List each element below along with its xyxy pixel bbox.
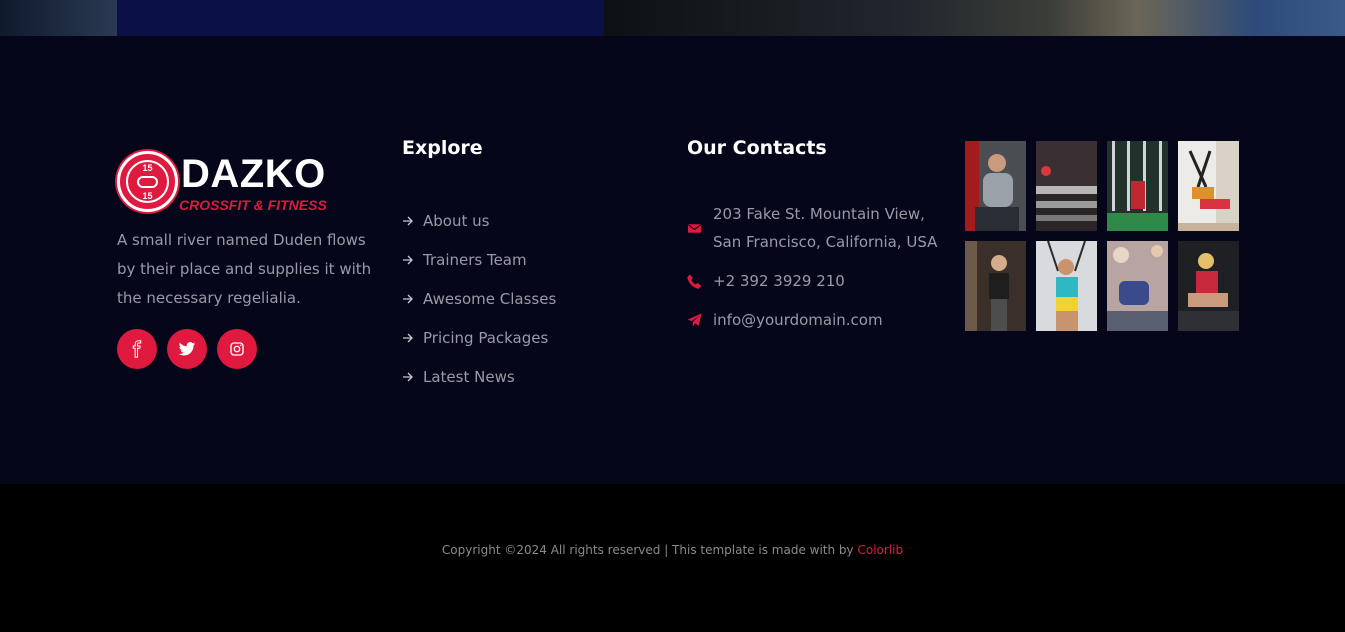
twitter-link[interactable]: [167, 329, 207, 369]
contact-phone[interactable]: +2 392 3929 210: [687, 267, 943, 295]
explore-link-trainers[interactable]: Trainers Team: [402, 240, 556, 279]
arrow-right-icon: [402, 371, 416, 383]
facebook-icon: [132, 340, 142, 358]
gym-photo-icon: [1036, 141, 1097, 231]
twitter-icon: [178, 342, 196, 356]
instagram-link[interactable]: [217, 329, 257, 369]
phone-text: +2 392 3929 210: [713, 272, 845, 290]
about-text: A small river named Duden flows by their…: [117, 231, 372, 307]
copyright-text: Copyright ©2024 All rights reserved | Th…: [441, 543, 854, 557]
explore-link-classes[interactable]: Awesome Classes: [402, 279, 556, 318]
contact-email[interactable]: info@yourdomain.com: [687, 306, 943, 334]
gym-photo-icon: [1107, 241, 1168, 331]
gallery-thumb[interactable]: [1178, 141, 1239, 231]
gym-photo-icon: [1036, 241, 1097, 331]
gym-photo-icon: [965, 141, 1026, 231]
instagram-gallery: [965, 141, 1239, 331]
phone-icon: [687, 267, 713, 295]
paper-plane-icon: [687, 306, 713, 334]
copyright-line: Copyright ©2024 All rights reserved | Th…: [0, 541, 1345, 559]
gym-photo-icon: [965, 241, 1026, 331]
badge-top-number: 15: [142, 163, 153, 173]
gallery-thumb[interactable]: [1107, 241, 1168, 331]
arrow-right-icon: [402, 254, 416, 266]
gym-photo-icon: [1178, 141, 1239, 231]
explore-link-news[interactable]: Latest News: [402, 357, 556, 396]
hero-image-strip: [0, 0, 1345, 36]
explore-link-label: Trainers Team: [423, 250, 527, 269]
gallery-thumb[interactable]: [965, 241, 1026, 331]
gallery-thumb[interactable]: [1178, 241, 1239, 331]
gym-photo-icon: [1107, 141, 1168, 231]
gallery-thumb[interactable]: [1036, 241, 1097, 331]
address-text: 203 Fake St. Mountain View, San Francisc…: [713, 205, 938, 251]
brand-name: DAZKO: [181, 152, 326, 196]
badge-bottom-number: 15: [142, 191, 153, 201]
explore-link-label: Latest News: [423, 367, 515, 386]
explore-link-label: Awesome Classes: [423, 289, 557, 308]
explore-link-about[interactable]: About us: [402, 201, 556, 240]
social-links: [117, 329, 257, 369]
arrow-right-icon: [402, 293, 416, 305]
brand-logo[interactable]: 15 15 DAZKO CROSSFIT & FITNESS: [117, 151, 337, 215]
arrow-right-icon: [402, 215, 416, 227]
email-text: info@yourdomain.com: [713, 311, 883, 329]
colorlib-link[interactable]: Colorlib: [857, 543, 903, 557]
instagram-icon: [230, 342, 244, 356]
contacts-heading: Our Contacts: [687, 137, 827, 159]
gallery-thumb[interactable]: [1036, 141, 1097, 231]
facebook-link[interactable]: [117, 329, 157, 369]
explore-link-label: About us: [423, 211, 490, 230]
gallery-thumb[interactable]: [965, 141, 1026, 231]
contact-address: 203 Fake St. Mountain View, San Francisc…: [687, 200, 943, 256]
envelope-icon: [687, 200, 713, 256]
arrow-right-icon: [402, 332, 416, 344]
explore-list: About us Trainers Team Awesome Classes P…: [402, 201, 556, 396]
explore-heading: Explore: [402, 137, 483, 159]
gym-photo-icon: [1178, 241, 1239, 331]
gallery-thumb[interactable]: [1107, 141, 1168, 231]
logo-badge-icon: 15 15: [117, 151, 178, 212]
explore-link-pricing[interactable]: Pricing Packages: [402, 318, 556, 357]
brand-tagline: CROSSFIT & FITNESS: [179, 197, 327, 213]
explore-link-label: Pricing Packages: [423, 328, 549, 347]
